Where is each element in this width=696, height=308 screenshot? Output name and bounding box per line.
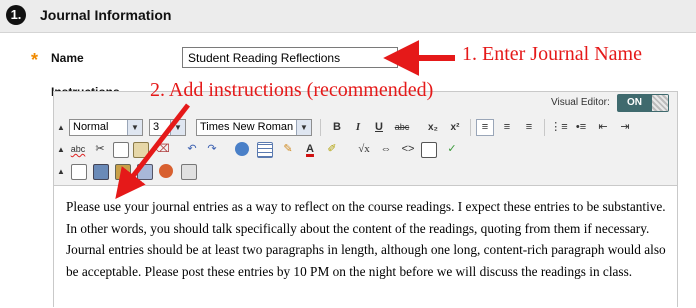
html-icon[interactable]: <>: [399, 141, 417, 158]
collapse-toolbar-icon[interactable]: ▲: [55, 141, 67, 158]
anchor-icon[interactable]: ⇔: [377, 141, 395, 158]
equation-icon[interactable]: √x: [355, 141, 373, 158]
toolbar-separator: [470, 119, 471, 136]
align-left-icon[interactable]: ≡: [476, 119, 494, 136]
visual-editor-label: Visual Editor:: [551, 97, 610, 108]
redo-icon[interactable]: ↷: [203, 141, 221, 158]
toggle-knob: [652, 95, 668, 111]
flash-icon[interactable]: [137, 164, 153, 180]
undo-icon[interactable]: ↶: [183, 141, 201, 158]
align-right-icon[interactable]: ≡: [520, 119, 538, 136]
editor-content-area[interactable]: Please use your journal entries as a way…: [54, 185, 677, 308]
numbered-list-icon[interactable]: ⋮≡: [550, 119, 568, 136]
paragraph-style-select[interactable]: Normal ▼: [69, 119, 143, 136]
outdent-icon[interactable]: ⇤: [594, 119, 612, 136]
font-size-select[interactable]: 3 ▼: [149, 119, 186, 136]
required-indicator: *: [31, 50, 39, 70]
toolbar-row-3: ▲: [55, 160, 255, 182]
paragraph-style-value: Normal: [73, 121, 109, 133]
superscript-button[interactable]: x²: [446, 119, 464, 136]
paste-icon[interactable]: [133, 142, 149, 158]
subscript-button[interactable]: x₂: [424, 119, 442, 136]
instructions-text[interactable]: Please use your journal entries as a way…: [66, 196, 671, 282]
font-family-value: Times New Roman: [200, 121, 294, 133]
clear-format-icon[interactable]: ⌫: [153, 141, 171, 158]
journal-name-input[interactable]: [182, 47, 398, 68]
bold-button[interactable]: B: [328, 119, 346, 136]
spellcheck-button[interactable]: abc: [67, 141, 89, 158]
align-center-icon[interactable]: ≡: [498, 119, 516, 136]
name-label: Name: [51, 51, 84, 65]
visual-editor-toggle[interactable]: ON: [617, 94, 669, 112]
font-size-value: 3: [153, 121, 160, 133]
mashup-icon[interactable]: [159, 164, 173, 178]
chevron-down-icon: ▼: [296, 120, 311, 135]
font-family-select[interactable]: Times New Roman ▼: [196, 119, 312, 136]
collapse-toolbar-icon[interactable]: ▲: [55, 163, 67, 180]
toolbar-separator: [544, 119, 545, 136]
text-color-icon[interactable]: A: [301, 141, 319, 158]
copy-icon[interactable]: [113, 142, 129, 158]
callout-enter-name: 1. Enter Journal Name: [462, 43, 642, 65]
underline-button[interactable]: U: [370, 119, 388, 136]
visual-editor-state: ON: [627, 97, 642, 108]
image-icon[interactable]: [93, 164, 109, 180]
link-icon[interactable]: [235, 142, 249, 156]
media-icon[interactable]: [115, 164, 131, 180]
table-icon[interactable]: [257, 142, 273, 158]
indent-icon[interactable]: ⇥: [616, 119, 634, 136]
audio-icon[interactable]: [181, 164, 197, 180]
toolbar-separator: [320, 119, 321, 136]
strikethrough-button[interactable]: abc: [390, 119, 414, 136]
italic-button[interactable]: I: [349, 119, 367, 136]
toolbar-row-1: ▲ Normal ▼ 3 ▼ Times New Roman ▼ B I U abc …: [55, 116, 677, 138]
callout-add-instructions: 2. Add instructions (recommended): [150, 79, 434, 101]
cut-icon[interactable]: ✂: [91, 141, 109, 158]
attach-file-icon[interactable]: [71, 164, 87, 180]
step-number-icon: 1.: [6, 5, 26, 25]
preview-icon[interactable]: ✓: [443, 141, 461, 158]
chevron-down-icon: ▼: [127, 120, 142, 135]
editor-toolbar: ▲ Normal ▼ 3 ▼ Times New Roman ▼ B I U abc …: [55, 116, 677, 184]
bulleted-list-icon[interactable]: •≡: [572, 119, 590, 136]
highlight-icon[interactable]: ✎: [279, 141, 297, 158]
fullscreen-icon[interactable]: [421, 142, 437, 158]
collapse-toolbar-icon[interactable]: ▲: [55, 119, 67, 136]
section-title: Journal Information: [40, 7, 172, 23]
chevron-down-icon: ▼: [170, 120, 185, 135]
section-header: 1. Journal Information: [0, 0, 696, 33]
toolbar-row-2: ▲ abc ✂ ⌫ ↶ ↷ ✎ A ✐ √x ⇔ <> ✓: [55, 138, 677, 160]
highlight-color-icon[interactable]: ✐: [323, 141, 341, 158]
